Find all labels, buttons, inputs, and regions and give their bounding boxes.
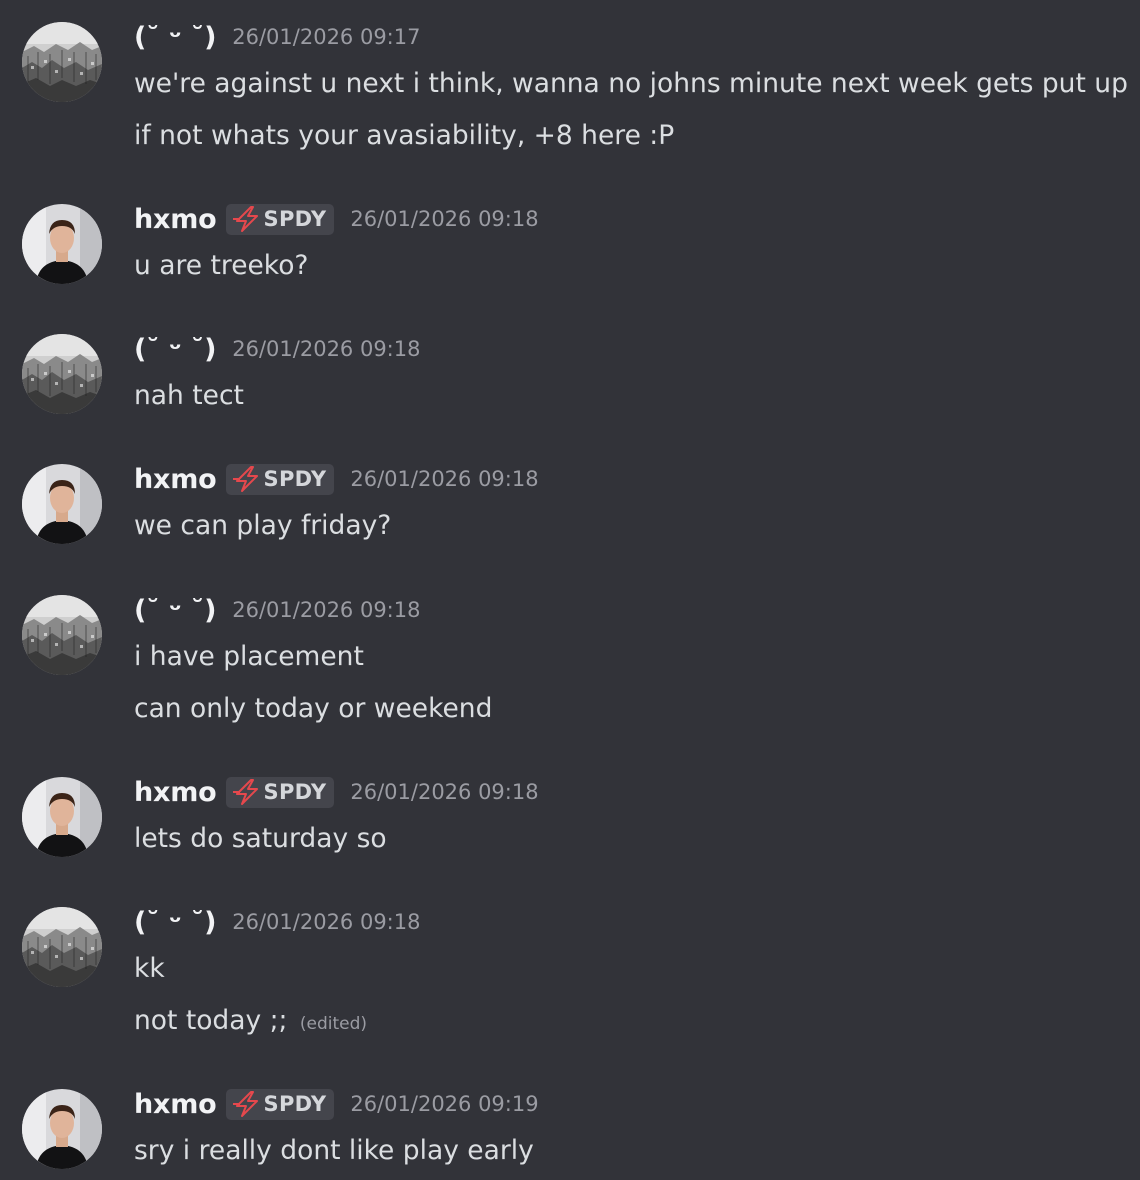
timestamp[interactable]: 26/01/2026 09:18 [232, 598, 420, 622]
guild-tag[interactable]: SPDY [225, 1088, 335, 1120]
guild-tag[interactable]: SPDY [225, 463, 335, 495]
message-text: lets do saturday so [134, 823, 387, 854]
guild-tag[interactable]: SPDY [225, 203, 335, 235]
message-header: hxmo SPDY 26/01/2026 09:18 [134, 775, 539, 809]
username[interactable]: hxmo [134, 204, 217, 235]
city-sketch-avatar-image [22, 334, 102, 414]
city-sketch-avatar-image [22, 595, 102, 675]
avatar[interactable] [22, 777, 102, 857]
message-header: hxmo SPDY 26/01/2026 09:18 [134, 202, 539, 236]
avatar[interactable] [22, 907, 102, 987]
person-photo-avatar-image [22, 464, 102, 544]
message-text: u are treeko? [134, 250, 309, 281]
username[interactable]: (˘ ᵕ ˘) [134, 907, 216, 938]
username[interactable]: (˘ ᵕ ˘) [134, 595, 216, 626]
city-sketch-avatar-image [22, 907, 102, 987]
message-text: sry i really dont like play early [134, 1135, 534, 1166]
person-photo-avatar-image [22, 777, 102, 857]
message-text: we're against u next i think, wanna no j… [134, 68, 1128, 99]
timestamp[interactable]: 26/01/2026 09:18 [232, 910, 420, 934]
avatar[interactable] [22, 595, 102, 675]
timestamp[interactable]: 26/01/2026 09:18 [350, 780, 538, 804]
timestamp[interactable]: 26/01/2026 09:18 [350, 467, 538, 491]
avatar[interactable] [22, 22, 102, 102]
person-photo-avatar-image [22, 1089, 102, 1169]
message-text: if not whats your avasiability, +8 here … [134, 120, 675, 151]
lightning-bolt-icon [232, 779, 262, 805]
avatar[interactable] [22, 1089, 102, 1169]
lightning-bolt-icon [232, 1091, 262, 1117]
username[interactable]: hxmo [134, 464, 217, 495]
edited-label[interactable]: (edited) [300, 1014, 367, 1034]
lightning-bolt-icon [232, 466, 262, 492]
message-header: hxmo SPDY 26/01/2026 09:19 [134, 1087, 539, 1121]
message-header: (˘ ᵕ ˘) 26/01/2026 09:18 [134, 332, 420, 366]
username[interactable]: hxmo [134, 1089, 217, 1120]
guild-tag-label: SPDY [263, 780, 327, 804]
message-text: nah tect [134, 380, 244, 411]
message-text: not today ;; [134, 1005, 288, 1036]
timestamp[interactable]: 26/01/2026 09:19 [350, 1092, 538, 1116]
message-header: (˘ ᵕ ˘) 26/01/2026 09:17 [134, 20, 420, 54]
guild-tag-label: SPDY [263, 467, 327, 491]
username[interactable]: (˘ ᵕ ˘) [134, 22, 216, 53]
message-text: we can play friday? [134, 510, 392, 541]
message-text: can only today or weekend [134, 693, 493, 724]
person-photo-avatar-image [22, 204, 102, 284]
message-text-edited: not today ;; (edited) [134, 1004, 367, 1041]
guild-tag[interactable]: SPDY [225, 776, 335, 808]
username[interactable]: (˘ ᵕ ˘) [134, 334, 216, 365]
city-sketch-avatar-image [22, 22, 102, 102]
message-header: (˘ ᵕ ˘) 26/01/2026 09:18 [134, 593, 420, 627]
avatar[interactable] [22, 464, 102, 544]
message-text: i have placement [134, 641, 364, 672]
message-text: kk [134, 953, 165, 984]
avatar[interactable] [22, 334, 102, 414]
guild-tag-label: SPDY [263, 207, 327, 231]
guild-tag-label: SPDY [263, 1092, 327, 1116]
timestamp[interactable]: 26/01/2026 09:18 [232, 337, 420, 361]
timestamp[interactable]: 26/01/2026 09:17 [232, 25, 420, 49]
message-header: hxmo SPDY 26/01/2026 09:18 [134, 462, 539, 496]
username[interactable]: hxmo [134, 777, 217, 808]
timestamp[interactable]: 26/01/2026 09:18 [350, 207, 538, 231]
avatar[interactable] [22, 204, 102, 284]
lightning-bolt-icon [232, 206, 262, 232]
message-header: (˘ ᵕ ˘) 26/01/2026 09:18 [134, 905, 420, 939]
